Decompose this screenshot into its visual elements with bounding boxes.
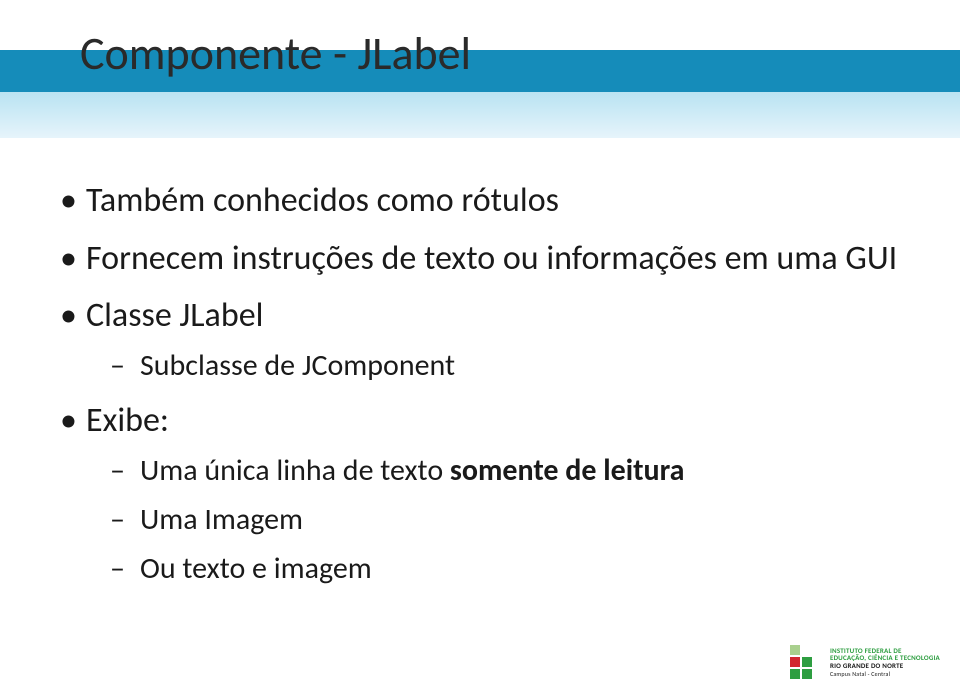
bullet-3: Classe JLabel Subclasse de JComponent [56, 293, 904, 386]
bullet-4: Exibe: Uma única linha de texto somente … [56, 398, 904, 590]
bullet-4-sub-1-pre: Uma única linha de texto [140, 452, 450, 489]
bullet-3-text: Classe JLabel [86, 295, 263, 336]
slide-content: Também conhecidos como rótulos Fornecem … [56, 178, 904, 602]
bullet-2: Fornecem instruções de texto ou informaç… [56, 236, 904, 282]
footer-line-3: RIO GRANDE DO NORTE [830, 662, 940, 670]
slide-title: Componente - JLabel [80, 26, 471, 82]
footer-campus: Campus Natal - Central [830, 671, 940, 678]
ifrn-logo-icon [790, 645, 824, 679]
footer-logo-text: INSTITUTO FEDERAL DE EDUCAÇÃO, CIÊNCIA E… [830, 647, 940, 678]
bullet-4-sub-1-bold: somente de leitura [450, 452, 684, 489]
bullet-4-text: Exibe: [86, 400, 169, 441]
footer-logo: INSTITUTO FEDERAL DE EDUCAÇÃO, CIÊNCIA E… [790, 645, 940, 679]
title-band-light [0, 92, 960, 138]
bullet-4-sub-1: Uma única linha de texto somente de leit… [110, 450, 904, 491]
bullet-4-sub-3: Ou texto e imagem [110, 548, 904, 589]
slide: Componente - JLabel Também conhecidos co… [0, 0, 960, 697]
bullet-4-sub-2: Uma Imagem [110, 499, 904, 540]
bullet-3-sub-1: Subclasse de JComponent [110, 345, 904, 386]
bullet-1: Também conhecidos como rótulos [56, 178, 904, 224]
